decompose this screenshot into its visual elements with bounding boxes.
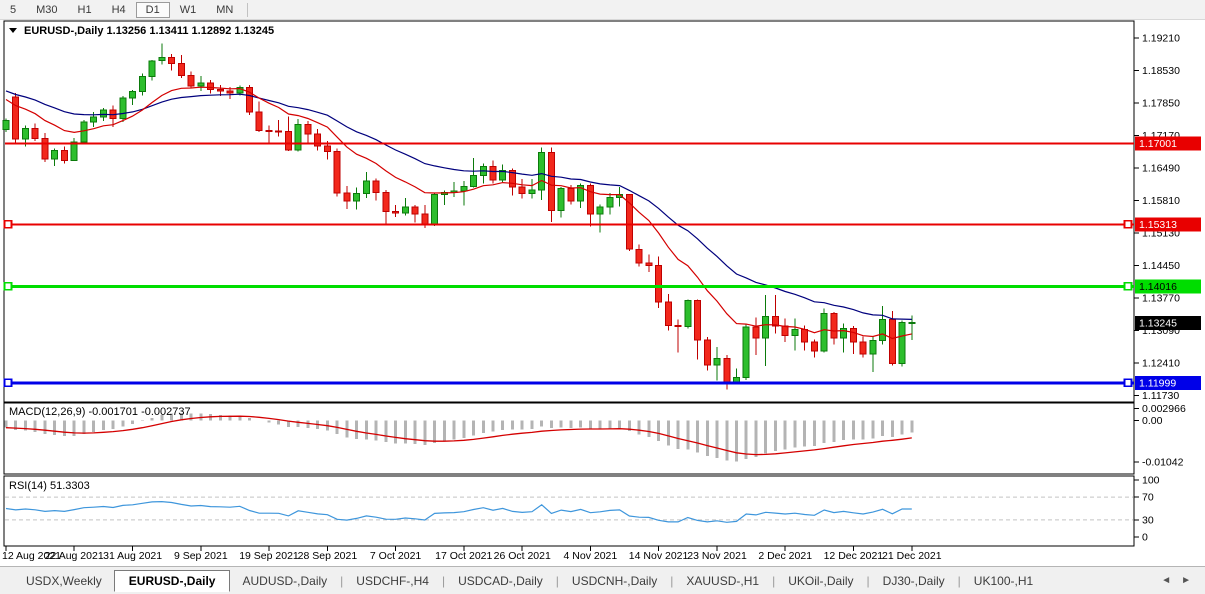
timeframe-toolbar: 5 M30 H1 H4 D1 W1 MN: [0, 0, 1205, 20]
svg-text:0.002966: 0.002966: [1142, 403, 1186, 415]
tabs-scroll-arrows: ◄ ►: [1147, 575, 1205, 586]
tabs-scroll-left-icon[interactable]: ◄: [1161, 575, 1171, 586]
chart-tab-usdcnh-daily[interactable]: USDCNH-,Daily: [560, 571, 669, 591]
timeframe-button-m30[interactable]: M30: [26, 2, 67, 18]
chart-panels: [3, 20, 1135, 547]
svg-text:1.12410: 1.12410: [1142, 358, 1180, 370]
chart-tab-xauusd-h1[interactable]: XAUUSD-,H1: [674, 571, 771, 591]
timeframe-button-mn[interactable]: MN: [206, 2, 243, 18]
chart-tab-bar: USDX,Weekly EURUSD-,Daily AUDUSD-,Daily | US…: [0, 566, 1205, 594]
price-chart-svg: 1.192101.185301.178501.171701.164901.158…: [2, 20, 1201, 562]
svg-text:7 Oct 2021: 7 Oct 2021: [370, 550, 422, 562]
svg-text:1.16490: 1.16490: [1142, 162, 1180, 174]
svg-text:14 Nov 2021: 14 Nov 2021: [629, 550, 689, 562]
price-axis: 1.192101.185301.178501.171701.164901.158…: [1134, 32, 1201, 402]
svg-text:1.13770: 1.13770: [1142, 293, 1180, 305]
chart-tab-audusd-daily[interactable]: AUDUSD-,Daily: [230, 571, 339, 591]
svg-text:MACD(12,26,9) -0.001701 -0.002: MACD(12,26,9) -0.001701 -0.002737: [9, 406, 191, 418]
svg-text:100: 100: [1142, 475, 1160, 487]
svg-text:1.11999: 1.11999: [1139, 377, 1176, 389]
svg-text:12 Dec 2021: 12 Dec 2021: [824, 550, 884, 562]
chart-tab-uk100-h1[interactable]: UK100-,H1: [962, 571, 1045, 591]
date-axis: 12 Aug 202122 Aug 2021 31 Aug 2021 9 Sep 2…: [2, 546, 942, 562]
svg-text:21 Dec 2021: 21 Dec 2021: [882, 550, 942, 562]
svg-text:RSI(14) 51.3303: RSI(14) 51.3303: [9, 480, 90, 492]
toolbar-separator: [247, 2, 249, 17]
svg-text:1.11730: 1.11730: [1142, 390, 1179, 402]
chart-tab-usdchf-h4[interactable]: USDCHF-,H4: [344, 571, 441, 591]
timeframe-button-w1[interactable]: W1: [170, 2, 207, 18]
svg-text:19 Sep 2021: 19 Sep 2021: [239, 550, 299, 562]
tabs-scroll-right-icon[interactable]: ►: [1181, 575, 1191, 586]
chart-tabs: USDX,Weekly EURUSD-,Daily AUDUSD-,Daily | US…: [0, 567, 1147, 594]
svg-text:22 Aug 2021: 22 Aug 2021: [45, 550, 104, 562]
svg-text:0: 0: [1142, 532, 1148, 544]
svg-text:1.18530: 1.18530: [1142, 65, 1180, 77]
svg-text:1.15313: 1.15313: [1139, 219, 1177, 231]
svg-text:0.00: 0.00: [1142, 415, 1163, 427]
chart-tab-eurusd-daily[interactable]: EURUSD-,Daily: [113, 569, 231, 592]
svg-text:1.13245: 1.13245: [1139, 318, 1177, 330]
svg-text:-0.01042: -0.01042: [1142, 457, 1184, 469]
timeframe-button-5[interactable]: 5: [0, 2, 26, 18]
svg-text:70: 70: [1142, 492, 1154, 504]
svg-text:1.15810: 1.15810: [1142, 195, 1180, 207]
chart-tab-usdx-weekly[interactable]: USDX,Weekly: [14, 571, 114, 591]
svg-text:4 Nov 2021: 4 Nov 2021: [564, 550, 618, 562]
chart-tab-usdcad-daily[interactable]: USDCAD-,Daily: [446, 571, 555, 591]
svg-text:1.17001: 1.17001: [1139, 138, 1177, 150]
chart-tab-dj30-daily[interactable]: DJ30-,Daily: [871, 571, 957, 591]
svg-text:1.14450: 1.14450: [1142, 260, 1180, 272]
timeframe-button-h4[interactable]: H4: [102, 2, 136, 18]
svg-text:26 Oct 2021: 26 Oct 2021: [494, 550, 551, 562]
svg-text:EURUSD-,Daily 1.13256 1.13411: EURUSD-,Daily 1.13256 1.13411 1.12892 1.…: [24, 25, 274, 37]
svg-text:9 Sep 2021: 9 Sep 2021: [174, 550, 228, 562]
timeframe-button-d1[interactable]: D1: [135, 1, 170, 18]
svg-text:2 Dec 2021: 2 Dec 2021: [758, 550, 812, 562]
svg-text:31 Aug 2021: 31 Aug 2021: [103, 550, 162, 562]
svg-text:23 Nov 2021: 23 Nov 2021: [687, 550, 747, 562]
chart-title: EURUSD-,Daily 1.13256 1.13411 1.12892 1.…: [9, 25, 274, 37]
svg-text:1.19210: 1.19210: [1142, 32, 1180, 44]
svg-text:17 Oct 2021: 17 Oct 2021: [435, 550, 492, 562]
svg-text:30: 30: [1142, 514, 1154, 526]
chart-tab-ukoil-daily[interactable]: UKOil-,Daily: [776, 571, 865, 591]
timeframe-button-h1[interactable]: H1: [68, 2, 102, 18]
svg-text:1.17850: 1.17850: [1142, 97, 1180, 109]
svg-text:28 Sep 2021: 28 Sep 2021: [298, 550, 358, 562]
svg-text:1.14016: 1.14016: [1139, 281, 1177, 293]
